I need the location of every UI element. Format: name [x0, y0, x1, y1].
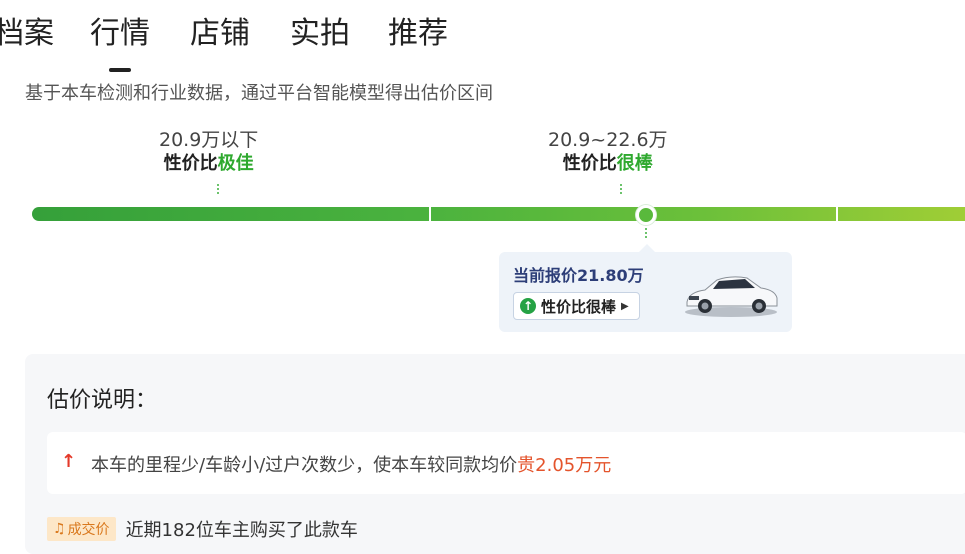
deal-price-badge: ♫ 成交价 — [47, 517, 116, 541]
price-reason-card: ↑ 本车的里程少/车龄小/过户次数少，使本车较同款均价贵2.05万元 — [47, 432, 965, 494]
tier-connector — [217, 184, 219, 194]
current-price-card: 当前报价21.80万 ↑ 性价比很棒 ▶ — [499, 244, 792, 332]
car-thumbnail — [685, 276, 778, 317]
tier-excellent: 20.9万以下 性价比极佳 — [159, 128, 258, 176]
valuation-explanation-panel: 估价说明： ↑ 本车的里程少/车龄小/过户次数少，使本车较同款均价贵2.05万元… — [25, 354, 965, 554]
segment-divider — [429, 207, 431, 221]
arrow-up-circle-icon: ↑ — [520, 298, 536, 314]
play-triangle-icon: ▶ — [621, 300, 629, 312]
bell-icon: ♫ — [53, 521, 66, 537]
valuation-description: 基于本车检测和行业数据，通过平台智能模型得出估价区间 — [25, 83, 493, 104]
segment-divider — [836, 207, 838, 221]
tier-verdict: 性价比极佳 — [163, 153, 254, 174]
current-price-label: 当前报价21.80万 — [513, 266, 644, 285]
tier-connector — [620, 184, 622, 194]
price-range-bar — [32, 207, 965, 221]
current-price-marker — [636, 205, 656, 225]
arrow-up-icon: ↑ — [61, 451, 77, 472]
value-rating-button[interactable]: ↑ 性价比很棒 ▶ — [513, 292, 640, 320]
value-rating-label: 性价比很棒 — [541, 297, 617, 316]
active-tab-indicator — [109, 68, 131, 72]
tab-shop[interactable]: 店铺 — [190, 14, 250, 54]
tier-range: 20.9~22.6万 — [548, 129, 668, 151]
tab-market[interactable]: 行情 — [90, 14, 150, 54]
tab-photos[interactable]: 实拍 — [290, 14, 350, 54]
price-reason-text: 本车的里程少/车龄小/过户次数少，使本车较同款均价贵2.05万元 — [91, 455, 612, 476]
explanation-title: 估价说明： — [47, 388, 158, 413]
marker-connector — [645, 228, 647, 238]
tier-verdict: 性价比很棒 — [562, 153, 653, 174]
tab-archive[interactable]: 档案 — [0, 14, 54, 54]
deal-row: ♫ 成交价 近期182位车主购买了此款车 — [47, 516, 358, 542]
deal-text: 近期182位车主购买了此款车 — [125, 520, 358, 541]
tier-range: 20.9万以下 — [159, 129, 259, 151]
tier-great: 20.9~22.6万 性价比很棒 — [548, 128, 668, 176]
tab-recommend[interactable]: 推荐 — [388, 14, 448, 54]
